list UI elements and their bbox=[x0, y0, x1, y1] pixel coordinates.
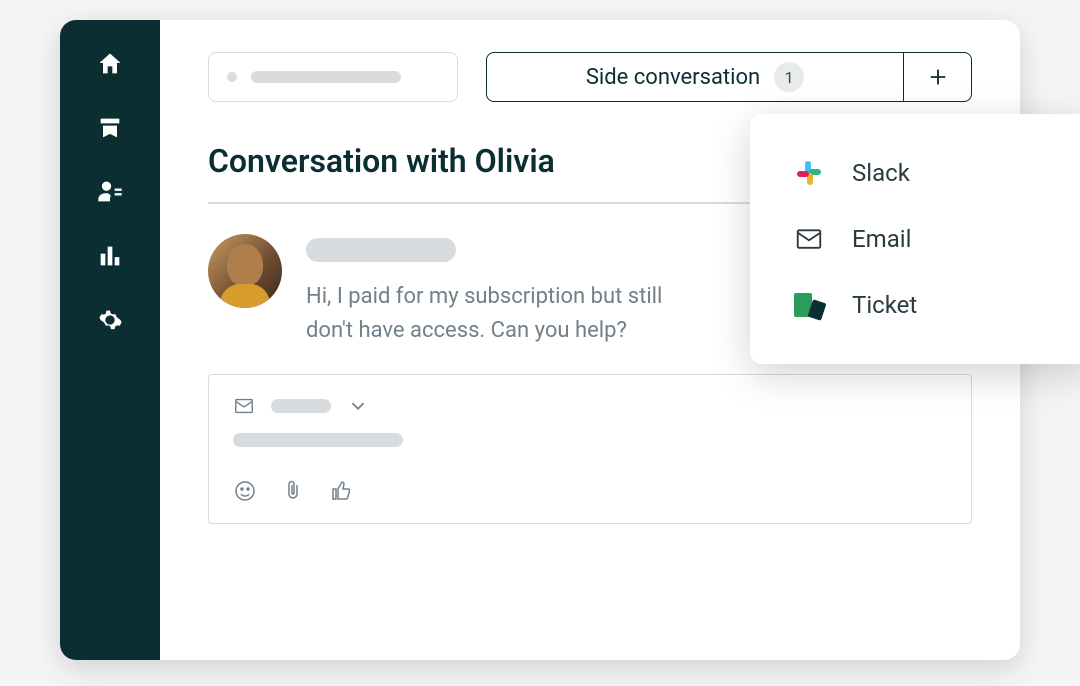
dropdown-item-slack[interactable]: Slack bbox=[750, 140, 1080, 206]
message-text: Hi, I paid for my subscription but still… bbox=[306, 280, 706, 348]
side-conversation-dropdown: Slack Email Ticket bbox=[750, 114, 1080, 364]
side-conversation-count-badge: 1 bbox=[774, 62, 804, 92]
dropdown-label: Slack bbox=[852, 159, 910, 187]
reply-channel-selector[interactable] bbox=[233, 395, 947, 417]
status-selector[interactable] bbox=[208, 52, 458, 102]
author-name-placeholder bbox=[306, 238, 456, 262]
add-side-conversation-button[interactable] bbox=[903, 53, 971, 101]
thumbs-up-button[interactable] bbox=[329, 479, 353, 503]
email-icon bbox=[792, 222, 826, 256]
plus-icon bbox=[927, 66, 949, 88]
customers-icon[interactable] bbox=[96, 178, 124, 206]
attachment-button[interactable] bbox=[281, 479, 305, 503]
chevron-down-icon bbox=[347, 395, 369, 417]
header-row: Side conversation 1 bbox=[208, 52, 972, 102]
paperclip-icon bbox=[281, 479, 305, 503]
app-window: Side conversation 1 Conversation with Ol… bbox=[60, 20, 1020, 660]
reply-composer[interactable] bbox=[208, 374, 972, 524]
settings-icon[interactable] bbox=[96, 306, 124, 334]
dropdown-item-ticket[interactable]: Ticket bbox=[750, 272, 1080, 338]
dropdown-label: Email bbox=[852, 225, 911, 253]
views-icon[interactable] bbox=[96, 114, 124, 142]
reporting-icon[interactable] bbox=[96, 242, 124, 270]
side-conversation-group: Side conversation 1 bbox=[486, 52, 972, 102]
reply-actions bbox=[233, 479, 947, 503]
reply-text-placeholder bbox=[233, 433, 403, 447]
avatar bbox=[208, 234, 282, 308]
email-icon bbox=[233, 395, 255, 417]
emoji-button[interactable] bbox=[233, 479, 257, 503]
home-icon[interactable] bbox=[96, 50, 124, 78]
sidebar-nav bbox=[60, 20, 160, 660]
thumbs-up-icon bbox=[329, 479, 353, 503]
side-conversation-label: Side conversation bbox=[586, 65, 760, 90]
status-dot-icon bbox=[227, 72, 237, 82]
ticket-icon bbox=[792, 288, 826, 322]
channel-placeholder bbox=[271, 399, 331, 413]
status-placeholder bbox=[251, 71, 401, 83]
dropdown-label: Ticket bbox=[852, 291, 917, 319]
side-conversation-button[interactable]: Side conversation 1 bbox=[487, 53, 903, 101]
slack-icon bbox=[792, 156, 826, 190]
emoji-icon bbox=[233, 479, 257, 503]
main-panel: Side conversation 1 Conversation with Ol… bbox=[160, 20, 1020, 660]
dropdown-item-email[interactable]: Email bbox=[750, 206, 1080, 272]
